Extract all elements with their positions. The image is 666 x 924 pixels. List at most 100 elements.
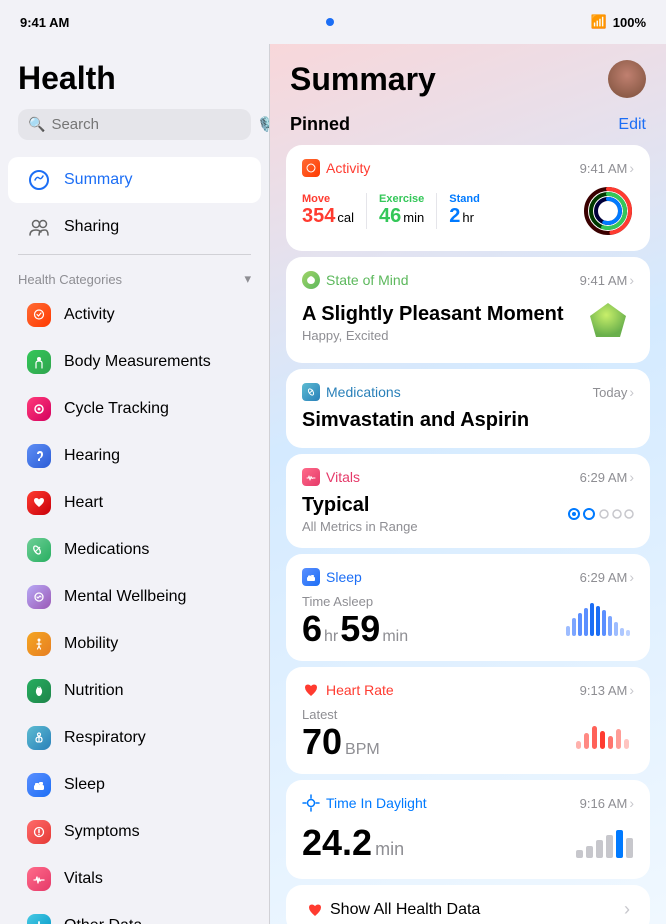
hr-title-row: Heart Rate [302, 681, 394, 699]
sharing-icon [26, 214, 52, 240]
sidebar-item-body-measurements[interactable]: Body Measurements [8, 339, 261, 385]
sidebar-item-label-medications: Medications [64, 541, 149, 559]
vitals-card-body: Typical All Metrics in Range [302, 494, 634, 534]
exercise-label: Exercise [379, 193, 424, 205]
sleep-icon [26, 772, 52, 798]
sidebar-item-heart[interactable]: Heart [8, 480, 261, 526]
vitals-chevron: › [629, 469, 634, 485]
activity-card[interactable]: Activity 9:41 AM › Move 354 cal [286, 145, 650, 251]
sleep-minutes: 59 [340, 611, 380, 647]
hr-unit: BPM [345, 741, 380, 759]
daylight-card[interactable]: Time In Daylight 9:16 AM › 24.2 min [286, 780, 650, 879]
respiratory-icon [26, 725, 52, 751]
main-header: Summary [270, 44, 666, 106]
sleep-chart [564, 598, 634, 643]
symptoms-icon [26, 819, 52, 845]
exercise-unit: min [403, 210, 424, 225]
daylight-title-row: Time In Daylight [302, 794, 427, 812]
hr-card-time: 9:13 AM › [580, 682, 634, 698]
sidebar-item-label-other: Other Data [64, 917, 142, 924]
sleep-card-title: Sleep [326, 569, 362, 585]
activity-metrics: Move 354 cal Exercise 46 min [302, 193, 582, 229]
vitals-card[interactable]: Vitals 6:29 AM › Typical All Metrics in … [286, 454, 650, 548]
sidebar-item-symptoms[interactable]: Symptoms [8, 809, 261, 855]
avatar[interactable] [608, 60, 646, 98]
sidebar-item-label-mobility: Mobility [64, 635, 118, 653]
sidebar-item-medications[interactable]: Medications [8, 527, 261, 573]
app-container: Health 🔍 🎙️ Summary [0, 44, 666, 924]
sidebar-item-nutrition[interactable]: Nutrition [8, 668, 261, 714]
stand-value: 2 [449, 205, 460, 227]
sidebar-item-mobility[interactable]: Mobility [8, 621, 261, 667]
divider-metric-2 [436, 193, 437, 229]
state-chevron: › [629, 272, 634, 288]
search-input[interactable] [51, 116, 250, 133]
sidebar-item-cycle-tracking[interactable]: Cycle Tracking [8, 386, 261, 432]
show-all-row[interactable]: Show All Health Data › [286, 885, 650, 924]
vitals-value: Typical [302, 494, 418, 517]
activity-ring [582, 185, 634, 237]
vitals-card-icon [302, 468, 320, 486]
mic-icon[interactable]: 🎙️ [256, 116, 270, 133]
vitals-text-group: Typical All Metrics in Range [302, 494, 418, 534]
sidebar-item-summary[interactable]: Summary [8, 157, 261, 203]
sidebar-item-respiratory[interactable]: Respiratory [8, 715, 261, 761]
daylight-card-time: 9:16 AM › [580, 795, 634, 811]
exercise-metric: Exercise 46 min [379, 193, 424, 229]
sidebar-item-hearing[interactable]: Hearing [8, 433, 261, 479]
daylight-card-title: Time In Daylight [326, 795, 427, 811]
show-all-icon [306, 901, 324, 919]
sleep-card-icon [302, 568, 320, 586]
activity-card-header: Activity 9:41 AM › [302, 159, 634, 177]
sidebar-item-vitals[interactable]: Vitals [8, 856, 261, 902]
vitals-subtext: All Metrics in Range [302, 519, 418, 534]
sidebar-item-label-sharing: Sharing [64, 218, 119, 236]
sidebar-item-mental-wellbeing[interactable]: Mental Wellbeing [8, 574, 261, 620]
state-card-body: A Slightly Pleasant Moment Happy, Excite… [302, 297, 634, 349]
sleep-card-header: Sleep 6:29 AM › [302, 568, 634, 586]
sidebar-item-other-data[interactable]: Other Data [8, 903, 261, 924]
sidebar-header: Health 🔍 🎙️ [0, 44, 269, 148]
edit-button[interactable]: Edit [618, 116, 646, 134]
cycle-tracking-icon [26, 396, 52, 422]
sidebar-item-sharing[interactable]: Sharing [8, 204, 261, 250]
hr-card-icon [302, 681, 320, 699]
move-value: 354 [302, 205, 335, 227]
state-text-group: A Slightly Pleasant Moment Happy, Excite… [302, 303, 564, 343]
summary-icon [26, 167, 52, 193]
search-bar[interactable]: 🔍 🎙️ [18, 109, 251, 140]
hr-text-group: Latest 70 BPM [302, 707, 380, 760]
daylight-card-header: Time In Daylight 9:16 AM › [302, 794, 634, 812]
show-all-title: Show All Health Data [306, 901, 480, 919]
sidebar-item-activity[interactable]: Activity [8, 292, 261, 338]
sleep-card-time: 6:29 AM › [580, 569, 634, 585]
meds-chevron: › [629, 384, 634, 400]
hr-value-group: 70 BPM [302, 724, 380, 760]
daylight-text-group: 24.2 min [302, 825, 404, 861]
heart-rate-card[interactable]: Heart Rate 9:13 AM › Latest 70 BPM [286, 667, 650, 774]
health-categories-header[interactable]: Health Categories ▾ [0, 259, 269, 291]
sidebar-item-label-symptoms: Symptoms [64, 823, 140, 841]
mobility-icon [26, 631, 52, 657]
sidebar-item-sleep[interactable]: Sleep [8, 762, 261, 808]
sidebar: Health 🔍 🎙️ Summary [0, 44, 270, 924]
exercise-value: 46 [379, 205, 401, 227]
sidebar-item-label-activity: Activity [64, 306, 115, 324]
activity-card-icon [302, 159, 320, 177]
medications-card[interactable]: Medications Today › Simvastatin and Aspi… [286, 369, 650, 448]
state-headline: A Slightly Pleasant Moment [302, 303, 564, 326]
main-title: Summary [290, 61, 436, 98]
state-emoji [582, 297, 634, 349]
other-data-icon [26, 913, 52, 924]
hearing-icon [26, 443, 52, 469]
move-label: Move [302, 193, 354, 205]
hr-card-title: Heart Rate [326, 682, 394, 698]
sleep-card-body: Time Asleep 6 hr 59 min [302, 594, 634, 647]
sleep-hours: 6 [302, 611, 322, 647]
mental-wellbeing-icon [26, 584, 52, 610]
sleep-card[interactable]: Sleep 6:29 AM › Time Asleep 6 hr 59 min [286, 554, 650, 661]
state-of-mind-card[interactable]: State of Mind 9:41 AM › A Slightly Pleas… [286, 257, 650, 363]
vitals-card-header: Vitals 6:29 AM › [302, 468, 634, 486]
wifi-icon: 📶 [591, 14, 607, 30]
hr-card-header: Heart Rate 9:13 AM › [302, 681, 634, 699]
